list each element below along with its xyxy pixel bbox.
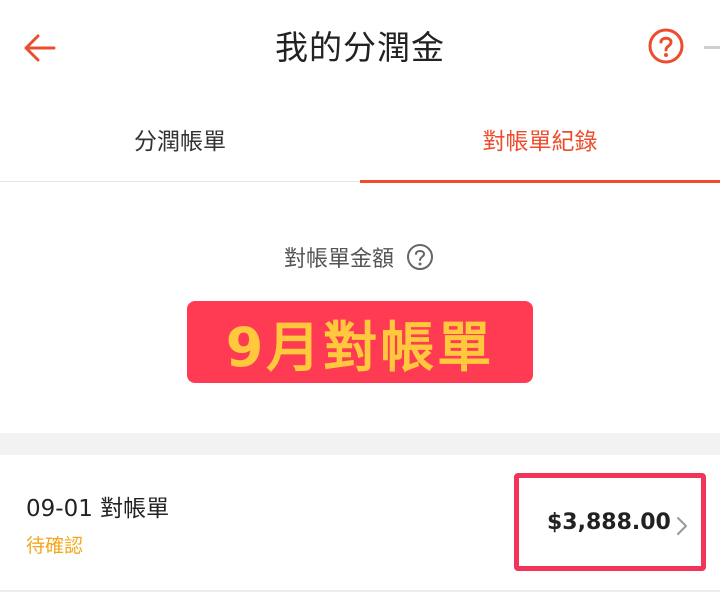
section-divider [0, 433, 720, 455]
statement-record-row[interactable]: 09-01 對帳單 待確認 $3,888.00 [0, 455, 720, 585]
summary-help-button[interactable] [404, 241, 436, 273]
tab-bar: 分潤帳單 對帳單紀錄 [0, 96, 720, 183]
tab-share-bill[interactable]: 分潤帳單 [0, 96, 360, 182]
header: 我的分潤金 [0, 0, 720, 96]
month-banner: 9月對帳單 [187, 301, 533, 383]
record-amount: $3,888.00 [547, 509, 671, 535]
chevron-right-icon [677, 517, 687, 535]
help-button[interactable] [644, 24, 688, 68]
statement-summary: 對帳單金額 9月對帳單 [0, 183, 720, 433]
menu-edge-indicator [704, 46, 720, 49]
summary-label: 對帳單金額 [283, 247, 394, 272]
tab-statement-records[interactable]: 對帳單紀錄 [360, 96, 720, 183]
question-circle-icon [407, 244, 433, 270]
amount-highlight-box: $3,888.00 [514, 473, 706, 571]
question-circle-icon [648, 28, 684, 64]
record-title: 09-01 對帳單 [26, 496, 170, 522]
summary-label-row: 對帳單金額 [0, 241, 720, 273]
banner-text: 9月對帳單 [225, 315, 495, 379]
app-screen: 我的分潤金 分潤帳單 對帳單紀錄 對帳單金額 9月對帳單 09-01 對帳單 待… [0, 0, 720, 615]
record-status: 待確認 [26, 535, 84, 557]
bottom-divider [0, 590, 720, 592]
page-title: 我的分潤金 [275, 28, 445, 67]
